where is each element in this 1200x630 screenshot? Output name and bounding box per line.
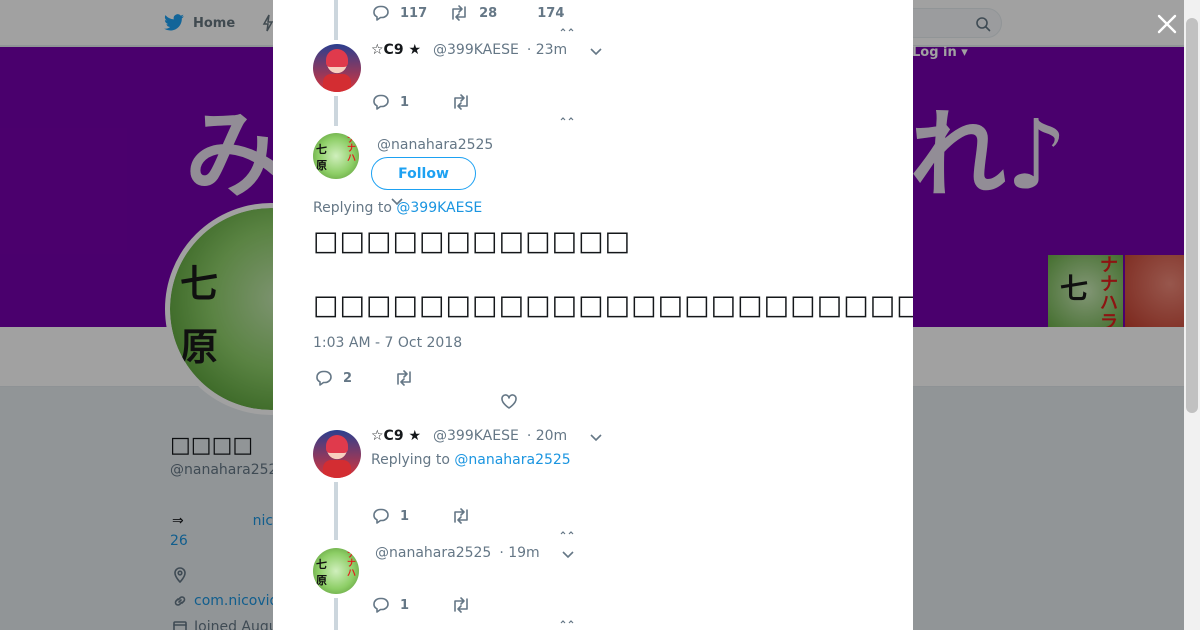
thread-connector — [334, 0, 338, 40]
reply-button[interactable]: 1 — [372, 596, 409, 614]
reply-icon — [373, 5, 389, 21]
tweet-time[interactable]: · 19m — [499, 545, 539, 561]
more-icon[interactable] — [560, 117, 574, 121]
retweet-icon — [454, 94, 468, 110]
thread-connector — [334, 598, 338, 630]
reply-count: 2 — [343, 370, 353, 386]
chevron-down-icon[interactable] — [590, 434, 602, 442]
reply-count: 117 — [400, 5, 428, 21]
reply-button[interactable]: 117 — [372, 4, 427, 22]
retweet-icon — [397, 370, 411, 386]
like-icon — [501, 394, 517, 409]
tweet-actions: 117 28 174 — [372, 4, 564, 22]
avatar[interactable]: 七原ナナハ — [313, 548, 359, 594]
avatar[interactable] — [313, 44, 361, 92]
reply-button[interactable]: 1 — [372, 93, 409, 111]
replying-prefix: Replying to — [371, 452, 455, 468]
tweet-actions: 1 — [372, 507, 471, 525]
tweet-actions: 2 — [315, 369, 414, 387]
retweet-button[interactable] — [451, 507, 471, 525]
retweet-icon — [452, 5, 466, 21]
tweet-text-line2: □□□□□□□□□□□□□□□□□□□□□□□□□□□□□□□□ — [313, 290, 913, 321]
retweet-count: 28 — [479, 5, 498, 21]
chevron-down-icon[interactable] — [562, 551, 574, 559]
tweet-header: ☆C9 ★ @399KAESE · 20m — [371, 428, 567, 444]
reply-count: 1 — [400, 94, 410, 110]
close-icon[interactable] — [1155, 12, 1179, 36]
retweet-button[interactable]: 28 — [449, 4, 497, 22]
tweet-header: ☆C9 ★ @399KAESE · 23m — [371, 42, 567, 58]
user-handle[interactable]: @nanahara2525 — [377, 137, 493, 153]
display-name[interactable]: ☆C9 ★ — [371, 42, 421, 58]
thread-connector — [334, 96, 338, 126]
replying-handle-link[interactable]: @399KAESE — [396, 200, 482, 216]
reply-icon — [373, 597, 389, 613]
more-icon[interactable] — [560, 28, 574, 32]
more-icon[interactable] — [560, 531, 574, 535]
replying-handle-link[interactable]: @nanahara2525 — [454, 452, 570, 468]
retweet-button[interactable] — [394, 369, 414, 387]
tweet-text-line1: □□□□□□□□□□□□ — [313, 226, 632, 257]
replying-to: Replying to @399KAESE — [313, 200, 482, 216]
display-name[interactable]: ☆C9 ★ — [371, 428, 421, 444]
scrollbar-thumb[interactable] — [1186, 18, 1198, 413]
replying-prefix: Replying to — [313, 200, 397, 216]
reply-count: 1 — [400, 597, 410, 613]
avatar[interactable] — [313, 430, 361, 478]
thread-connector — [334, 482, 338, 540]
tweet-header: @nanahara2525 · 19m — [375, 545, 540, 561]
reply-icon — [316, 370, 332, 386]
follow-button[interactable]: Follow — [371, 157, 476, 190]
tweet-timestamp[interactable]: 1:03 AM - 7 Oct 2018 — [313, 335, 462, 351]
user-handle[interactable]: @399KAESE — [433, 42, 519, 58]
user-handle[interactable]: @399KAESE — [433, 428, 519, 444]
avatar[interactable]: 七原ナナハ — [313, 133, 359, 179]
reply-icon — [373, 508, 389, 524]
retweet-button[interactable] — [451, 596, 471, 614]
tweet-time[interactable]: · 23m — [527, 42, 567, 58]
like-button[interactable]: 174 — [537, 6, 564, 21]
user-handle[interactable]: @nanahara2525 — [375, 545, 491, 561]
reply-count: 1 — [400, 508, 410, 524]
tweet-actions: 1 — [372, 596, 471, 614]
tweet-conversation-modal: 117 28 174 ☆C9 ★ @399KAESE · 23m 1 七原ナナハ… — [273, 0, 913, 630]
tweet-actions: 1 — [372, 93, 471, 111]
like-button[interactable] — [500, 393, 518, 414]
more-icon[interactable] — [560, 620, 574, 624]
retweet-button[interactable] — [451, 93, 471, 111]
tweet-time[interactable]: · 20m — [527, 428, 567, 444]
retweet-icon — [454, 508, 468, 524]
chevron-down-icon[interactable] — [590, 48, 602, 56]
like-count: 174 — [537, 5, 565, 21]
retweet-icon — [454, 597, 468, 613]
reply-button[interactable]: 2 — [315, 369, 352, 387]
replying-to: Replying to @nanahara2525 — [371, 452, 571, 468]
reply-button[interactable]: 1 — [372, 507, 409, 525]
reply-icon — [373, 94, 389, 110]
